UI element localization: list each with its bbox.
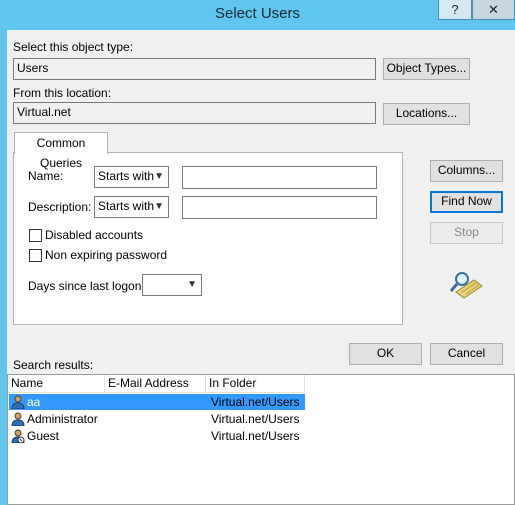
column-header-name[interactable]: Name xyxy=(8,375,105,393)
result-name: Guest xyxy=(27,429,60,443)
name-mode-select[interactable]: Starts with ▼ xyxy=(94,166,169,188)
name-mode-value: Starts with xyxy=(98,169,155,183)
result-folder: Virtual.net/Users xyxy=(211,412,300,426)
result-folder: Virtual.net/Users xyxy=(211,395,300,409)
search-magnifier-icon xyxy=(448,270,484,300)
non-expiring-password-checkbox[interactable] xyxy=(29,249,42,262)
stop-button: Stop xyxy=(430,222,503,244)
name-input[interactable] xyxy=(182,166,377,189)
cancel-button[interactable]: Cancel xyxy=(430,343,503,365)
locations-button[interactable]: Locations... xyxy=(383,103,470,125)
common-queries-panel: Name: Starts with ▼ Description: Starts … xyxy=(13,152,403,325)
help-button[interactable]: ? xyxy=(438,0,472,20)
disabled-user-icon xyxy=(11,429,25,443)
description-input[interactable] xyxy=(182,196,377,219)
result-name: Administrator xyxy=(27,412,98,426)
object-type-field: Users xyxy=(13,58,376,80)
user-icon xyxy=(11,395,25,409)
search-results-list[interactable]: Name E-Mail Address In Folder aa Virtual… xyxy=(7,374,515,505)
chevron-down-icon: ▼ xyxy=(154,201,164,212)
days-since-logon-select[interactable]: ▼ xyxy=(142,274,202,296)
table-row[interactable]: Guest Virtual.net/Users xyxy=(9,428,514,444)
close-button[interactable]: ✕ xyxy=(472,0,515,20)
user-icon xyxy=(11,412,25,426)
columns-button[interactable]: Columns... xyxy=(430,160,503,182)
result-name: aa xyxy=(27,395,41,409)
table-row[interactable]: Administrator Virtual.net/Users xyxy=(9,411,514,427)
ok-button[interactable]: OK xyxy=(349,343,422,365)
object-type-label: Select this object type: xyxy=(13,40,134,54)
description-label: Description: xyxy=(28,200,92,214)
location-label: From this location: xyxy=(13,86,112,100)
title-bar[interactable]: Select Users ? ✕ xyxy=(0,0,515,30)
disabled-accounts-checkbox[interactable] xyxy=(29,229,42,242)
chevron-down-icon: ▼ xyxy=(187,279,197,290)
non-expiring-password-label: Non expiring password xyxy=(45,248,168,262)
description-mode-value: Starts with xyxy=(98,199,155,213)
column-header-email[interactable]: E-Mail Address xyxy=(105,375,206,393)
object-types-button[interactable]: Object Types... xyxy=(383,58,470,80)
description-mode-select[interactable]: Starts with ▼ xyxy=(94,196,169,218)
search-results-label: Search results: xyxy=(13,358,94,372)
chevron-down-icon: ▼ xyxy=(154,171,164,182)
find-now-button[interactable]: Find Now xyxy=(430,191,503,213)
tab-common-queries[interactable]: Common Queries xyxy=(14,132,108,170)
table-row[interactable]: aa Virtual.net/Users xyxy=(9,394,514,410)
select-users-dialog: Select Users ? ✕ Select this object type… xyxy=(0,0,515,505)
result-folder: Virtual.net/Users xyxy=(211,429,300,443)
days-since-logon-label: Days since last logon: xyxy=(28,279,145,293)
dialog-body: Select this object type: Users Object Ty… xyxy=(7,30,515,505)
column-header-folder[interactable]: In Folder xyxy=(206,375,305,393)
location-field: Virtual.net xyxy=(13,102,376,124)
disabled-accounts-label: Disabled accounts xyxy=(45,228,144,242)
